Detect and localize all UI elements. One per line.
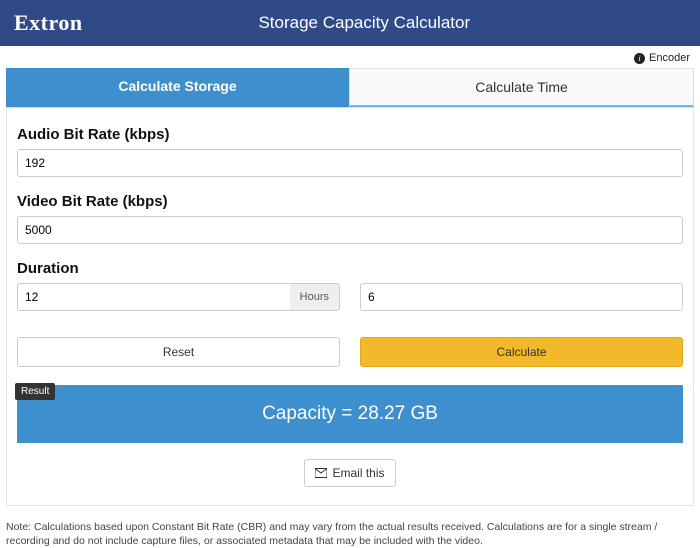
form-card: Audio Bit Rate (kbps) Video Bit Rate (kb… (6, 108, 694, 506)
audio-bitrate-input[interactable] (17, 149, 683, 177)
duration-label: Duration (17, 260, 683, 277)
result-bar: Capacity = 28.27 GB (17, 385, 683, 443)
email-this-button[interactable]: Email this (304, 459, 395, 487)
calculate-button[interactable]: Calculate (360, 337, 683, 367)
tabs: Calculate Storage Calculate Time (6, 68, 694, 108)
duration-hours-input[interactable] (17, 283, 290, 311)
video-label: Video Bit Rate (kbps) (17, 193, 683, 210)
audio-label: Audio Bit Rate (kbps) (17, 126, 683, 143)
video-bitrate-input[interactable] (17, 216, 683, 244)
result-block: Result Capacity = 28.27 GB (17, 385, 683, 443)
result-tag: Result (15, 383, 55, 400)
tab-calculate-storage[interactable]: Calculate Storage (6, 68, 349, 107)
envelope-icon (315, 467, 327, 479)
page-title: Storage Capacity Calculator (43, 13, 686, 33)
encoder-label: Encoder (649, 52, 690, 64)
tab-calculate-time[interactable]: Calculate Time (349, 68, 694, 107)
info-icon[interactable]: i (634, 53, 645, 64)
duration-unit: Hours (290, 283, 340, 311)
footnote: Note: Calculations based upon Constant B… (0, 512, 700, 548)
top-bar: Extron Storage Capacity Calculator (0, 0, 700, 46)
reset-button[interactable]: Reset (17, 337, 340, 367)
email-this-label: Email this (332, 466, 384, 480)
duration-minutes-input[interactable] (360, 283, 683, 311)
encoder-row: i Encoder (0, 46, 700, 68)
